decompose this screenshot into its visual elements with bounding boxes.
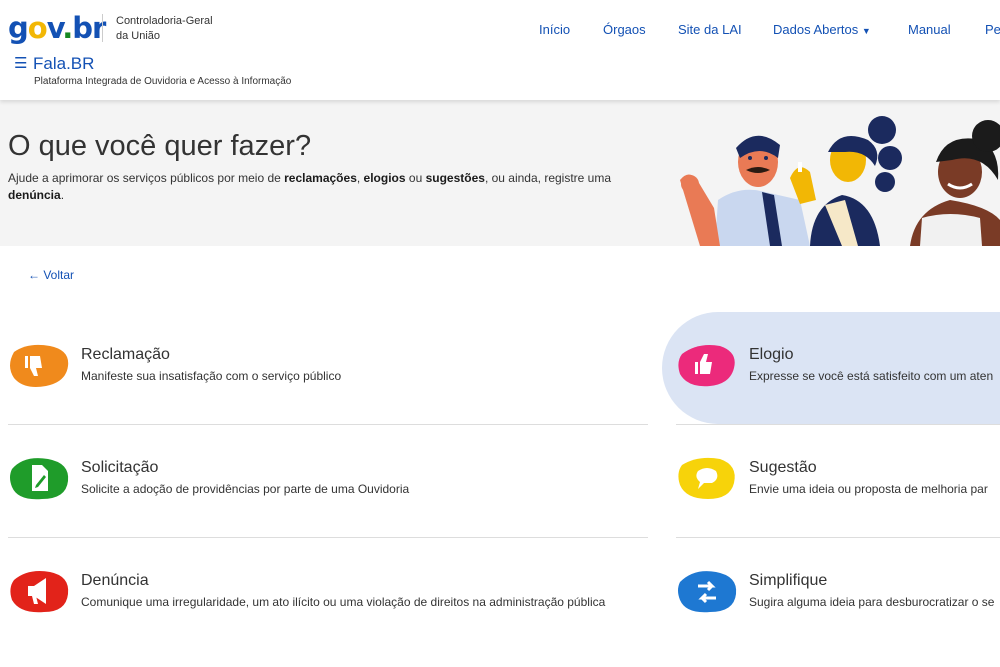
option-sugestao[interactable]: Sugestão Envie uma ideia ou proposta de … <box>662 425 1000 537</box>
thumbs-up-icon <box>678 345 735 387</box>
app-subtitle: Plataforma Integrada de Ouvidoria e Aces… <box>34 76 292 87</box>
page-title: O que você quer fazer? <box>8 130 312 162</box>
option-description: Sugira alguma ideia para desburocratizar… <box>749 595 995 609</box>
nav-more[interactable]: Pe <box>985 22 1000 37</box>
nav-manual[interactable]: Manual <box>908 22 951 37</box>
option-description: Comunique uma irregularidade, um ato ilí… <box>81 595 606 609</box>
megaphone-icon <box>10 571 69 613</box>
option-title: Reclamação <box>81 346 170 363</box>
back-link[interactable]: ← Voltar <box>28 268 74 282</box>
nav-orgaos[interactable]: Órgaos <box>603 22 646 37</box>
option-solicitacao[interactable]: Solicitação Solicite a adoção de providê… <box>0 425 648 537</box>
option-title: Solicitação <box>81 459 159 476</box>
option-denuncia[interactable]: Denúncia Comunique uma irregularidade, u… <box>0 538 648 650</box>
caret-down-icon: ▼ <box>861 26 871 36</box>
site-header: gov.br Controladoria-Geral da União Iníci… <box>0 0 1000 100</box>
hamburger-menu-icon[interactable]: ☰ <box>14 54 27 72</box>
nav-inicio[interactable]: Início <box>539 22 570 37</box>
arrows-icon <box>678 571 737 613</box>
main-nav: Início Órgaos Site da LAI Dados Abertos … <box>0 22 1000 42</box>
people-illustration <box>680 116 1000 246</box>
page-description: Ajude a aprimorar os serviços públicos p… <box>8 171 612 202</box>
option-title: Denúncia <box>81 572 149 589</box>
option-title: Elogio <box>749 346 794 363</box>
option-elogio[interactable]: Elogio Expresse se você está satisfeito … <box>662 312 1000 424</box>
option-description: Envie uma ideia ou proposta de melhoria … <box>749 482 988 496</box>
hero-banner: O que você quer fazer? Ajude a aprimorar… <box>0 100 1000 246</box>
option-description: Expresse se você está satisfeito com um … <box>749 369 994 383</box>
option-description: Manifeste sua insatisfação com o serviço… <box>81 369 342 383</box>
option-title: Sugestão <box>749 459 817 476</box>
option-title: Simplifique <box>749 572 828 589</box>
option-simplifique[interactable]: Simplifique Sugira alguma ideia para des… <box>662 538 1000 650</box>
nav-dados-abertos[interactable]: Dados Abertos ▼ <box>773 22 871 37</box>
option-description: Solicite a adoção de providências por pa… <box>81 482 410 496</box>
option-reclamacao[interactable]: Reclamação Manifeste sua insatisfação co… <box>0 312 648 424</box>
document-edit-icon <box>10 458 69 500</box>
nav-site-lai[interactable]: Site da LAI <box>678 22 742 37</box>
speech-bubble-icon <box>678 457 735 499</box>
thumbs-down-icon <box>10 344 69 387</box>
app-name[interactable]: Fala.BR <box>33 54 94 74</box>
